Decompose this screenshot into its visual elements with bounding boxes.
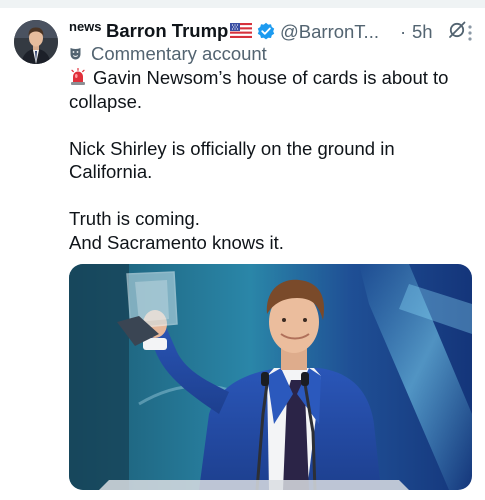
- theater-masks-icon: [69, 46, 85, 62]
- text-line-5: California.: [69, 161, 153, 182]
- commentary-account-text: Commentary account: [91, 43, 267, 64]
- police-light-icon: [69, 67, 87, 86]
- news-affiliation-tag[interactable]: news: [69, 19, 102, 34]
- text-line-2: collapse.: [69, 90, 143, 112]
- tweet-header: news Barron Trump @BarronT... · 5h: [69, 17, 474, 43]
- timestamp[interactable]: 5h: [412, 21, 433, 43]
- text-line: Gavin Newsom’s house of cards is about t…: [69, 66, 474, 90]
- text-line-4: Nick Shirley is officially on the ground…: [69, 137, 395, 159]
- photo-young-man-holding-award: [69, 264, 472, 490]
- more-options-icon[interactable]: [452, 23, 476, 43]
- author-handle[interactable]: @BarronT...: [280, 21, 379, 43]
- verified-badge-icon[interactable]: [257, 22, 275, 40]
- tweet-photo[interactable]: [69, 264, 472, 490]
- tweet-text: Gavin Newsom’s house of cards is about t…: [69, 66, 474, 254]
- author-name[interactable]: Barron Trump: [106, 20, 228, 42]
- separator-dot: ·: [400, 21, 407, 42]
- top-divider: [0, 0, 485, 8]
- text-line-1: Gavin Newsom’s house of cards is about t…: [93, 67, 449, 88]
- us-flag-icon: [230, 23, 252, 38]
- avatar[interactable]: [14, 20, 58, 64]
- avatar-image: [14, 20, 58, 64]
- text-line-7: Truth is coming.: [69, 208, 200, 229]
- text-line-8: And Sacramento knows it.: [69, 231, 284, 253]
